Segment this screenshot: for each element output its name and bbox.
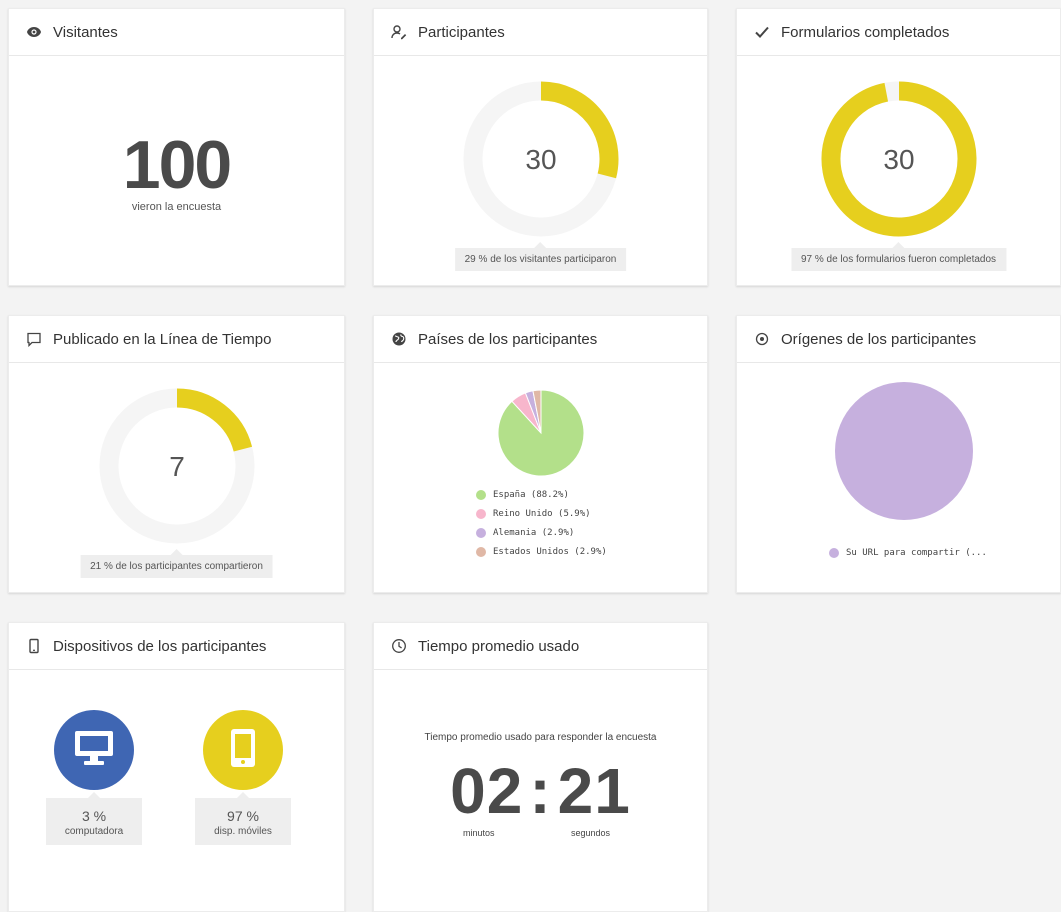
countries-legend: España (88.2%) Reino Unido (5.9%) Alemania…	[476, 485, 607, 561]
desktop-icon	[72, 728, 116, 773]
donut-value: 30	[525, 144, 556, 175]
completed-card: Formularios completados 30 97 % de los f…	[736, 8, 1061, 286]
device-mobile-pct: 97 %	[227, 808, 259, 824]
avgtime-caption: Tiempo promedio usado para responder la …	[424, 732, 657, 743]
legend-item[interactable]: Su URL para compartir (...	[829, 543, 987, 562]
participants-donut: 30	[463, 81, 618, 237]
devices-header: Dispositivos de los participantes	[9, 623, 344, 670]
timeline-card: Publicado en la Línea de Tiempo 7 21 % d…	[8, 315, 345, 593]
participants-title: Participantes	[418, 23, 505, 41]
check-icon	[753, 23, 771, 41]
user-edit-icon	[390, 23, 408, 41]
devices-title: Dispositivos de los participantes	[53, 637, 267, 655]
completed-tooltip: 97 % de los formularios fueron completad…	[790, 242, 1007, 271]
legend-label: Estados Unidos (2.9%)	[493, 546, 607, 557]
device-mobile-label: disp. móviles	[214, 826, 272, 837]
legend-label: Reino Unido (5.9%)	[493, 508, 591, 519]
visitors-title: Visitantes	[53, 23, 118, 41]
participants-card: Participantes 30 29 % de los visitantes …	[373, 8, 708, 286]
visitors-count: 100	[122, 127, 232, 203]
participants-tooltip: 29 % de los visitantes participaron	[454, 242, 627, 271]
countries-pie-chart	[497, 389, 585, 477]
legend-item[interactable]: Alemania (2.9%)	[476, 523, 607, 542]
timeline-header: Publicado en la Línea de Tiempo	[9, 316, 344, 363]
origins-header: Orígenes de los participantes	[737, 316, 1060, 363]
origins-title: Orígenes de los participantes	[781, 330, 977, 348]
avgtime-separator: :	[529, 755, 552, 827]
completed-title: Formularios completados	[781, 23, 950, 41]
visitors-card: Visitantes 100 vieron la encuesta	[8, 8, 345, 286]
timeline-tooltip: 21 % de los participantes compartieron	[80, 549, 273, 578]
legend-label: Su URL para compartir (...	[846, 547, 987, 558]
legend-item[interactable]: España (88.2%)	[476, 485, 607, 504]
timeline-donut: 7	[99, 388, 254, 544]
legend-dot	[476, 489, 486, 500]
avgtime-title: Tiempo promedio usado	[418, 637, 580, 655]
donut-value: 7	[169, 451, 185, 482]
visitors-caption: vieron la encuesta	[131, 201, 222, 213]
avgtime-header: Tiempo promedio usado	[374, 623, 707, 670]
legend-dot	[476, 546, 486, 557]
legend-label: España (88.2%)	[493, 489, 569, 500]
device-desktop-box: 3 % computadora	[46, 792, 142, 845]
legend-item[interactable]: Estados Unidos (2.9%)	[476, 542, 607, 561]
countries-card: Países de los participantes España (88.2…	[373, 315, 708, 593]
completed-donut: 30	[821, 81, 976, 237]
donut-value: 30	[883, 144, 914, 175]
origins-legend: Su URL para compartir (...	[829, 543, 987, 562]
clock-icon	[390, 637, 408, 655]
globe-icon	[390, 330, 408, 348]
participants-header: Participantes	[374, 9, 707, 56]
countries-header: Países de los participantes	[374, 316, 707, 363]
avgtime-value: 02:21	[374, 754, 707, 828]
mobile-icon	[25, 637, 43, 655]
device-desktop: 3 % computadora	[46, 710, 142, 845]
timeline-title: Publicado en la Línea de Tiempo	[53, 330, 272, 348]
legend-label: Alemania (2.9%)	[493, 527, 575, 538]
completed-header: Formularios completados	[737, 9, 1060, 56]
device-desktop-circle	[54, 710, 134, 790]
device-desktop-label: computadora	[64, 826, 124, 837]
tablet-icon	[228, 727, 258, 774]
visitors-header: Visitantes	[9, 9, 344, 56]
legend-item[interactable]: Reino Unido (5.9%)	[476, 504, 607, 523]
origins-pie-chart	[835, 382, 973, 520]
donut-arc	[176, 388, 252, 452]
avgtime-minutes: 02	[450, 755, 524, 827]
origins-card: Orígenes de los participantes Su URL par…	[736, 315, 1061, 593]
device-desktop-pct: 3 %	[81, 808, 107, 824]
comment-icon	[25, 330, 43, 348]
eye-icon	[25, 23, 43, 41]
legend-dot	[829, 547, 839, 558]
target-icon	[753, 330, 771, 348]
countries-title: Países de los participantes	[418, 330, 598, 348]
legend-dot	[476, 508, 486, 519]
device-mobile: 97 % disp. móviles	[195, 710, 291, 845]
avgtime-card: Tiempo promedio usado Tiempo promedio us…	[373, 622, 708, 912]
devices-card: Dispositivos de los participantes 3 % co…	[8, 622, 345, 912]
avgtime-seconds-label: segundos	[571, 828, 611, 838]
avgtime-minutes-label: minutos	[463, 828, 495, 838]
pie-slice	[835, 382, 973, 520]
device-mobile-circle	[203, 710, 283, 790]
avgtime-seconds: 21	[557, 755, 631, 827]
legend-dot	[476, 527, 486, 538]
device-mobile-box: 97 % disp. móviles	[195, 792, 291, 845]
